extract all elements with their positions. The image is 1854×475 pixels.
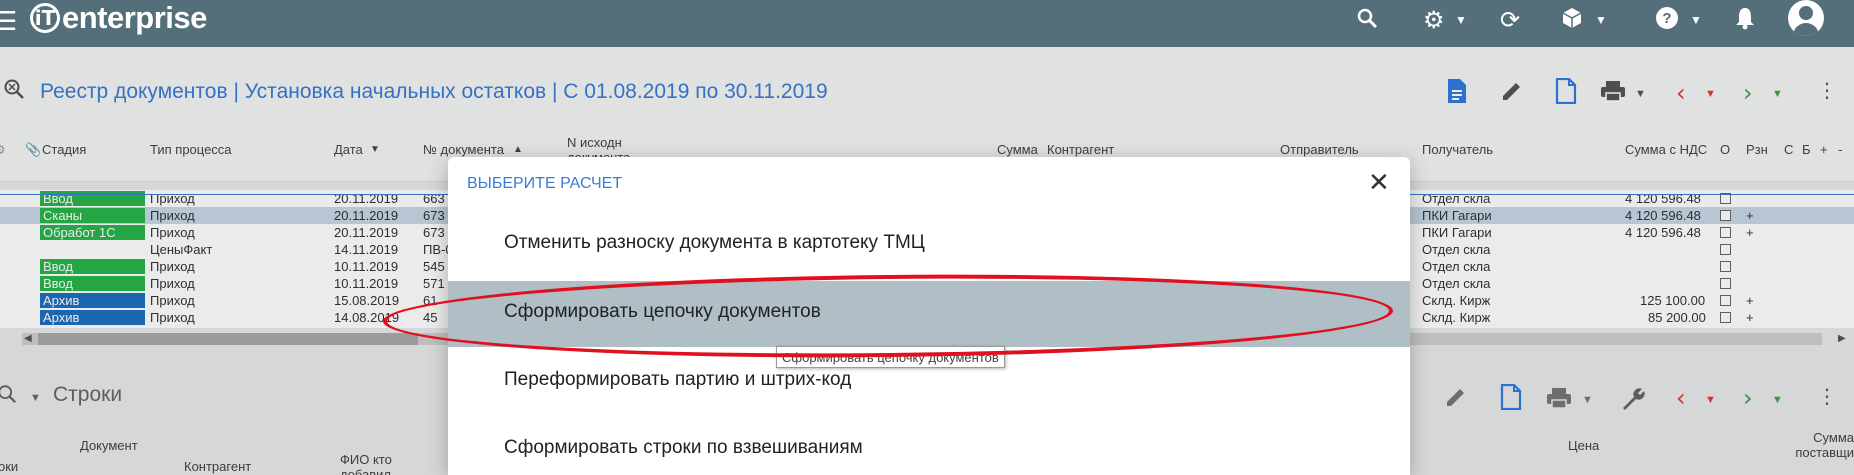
option-label: Сформировать строки по взвешиваниям [504,437,863,458]
bell-icon[interactable] [1734,6,1756,36]
option-label: Переформировать партию и штрих-код [504,369,852,390]
logo-mark: iT [30,3,60,33]
option-cancel-posting[interactable]: Отменить разноску документа в картотеку … [448,212,1410,278]
help-icon[interactable]: ? [1655,6,1679,36]
option-build-lines-weighing[interactable]: Сформировать строки по взвешиваниям [448,417,1410,475]
logo-text: enterprise [62,0,207,35]
svg-text:?: ? [1662,10,1671,27]
dialog-title: ВЫБЕРИТЕ РАСЧЕТ [467,175,623,192]
menu-icon[interactable]: ☰ [0,6,17,37]
top-app-bar: ☰ iT enterprise ⚙ ▼ ⟳ ▼ ? ▼ [0,0,1854,47]
app-logo[interactable]: iT enterprise [30,0,207,36]
chevron-down-icon[interactable]: ▼ [1455,13,1467,27]
option-label: Отменить разноску документа в картотеку … [504,232,925,253]
cube-icon[interactable] [1560,6,1584,36]
user-avatar-icon[interactable] [1788,0,1824,36]
close-icon[interactable]: ✕ [1368,168,1390,198]
gear-icon[interactable]: ⚙ [1423,6,1445,34]
chevron-down-icon[interactable]: ▼ [1690,13,1702,27]
sync-icon[interactable]: ⟳ [1500,6,1520,34]
search-icon[interactable] [1355,6,1379,36]
chevron-down-icon[interactable]: ▼ [1595,13,1607,27]
